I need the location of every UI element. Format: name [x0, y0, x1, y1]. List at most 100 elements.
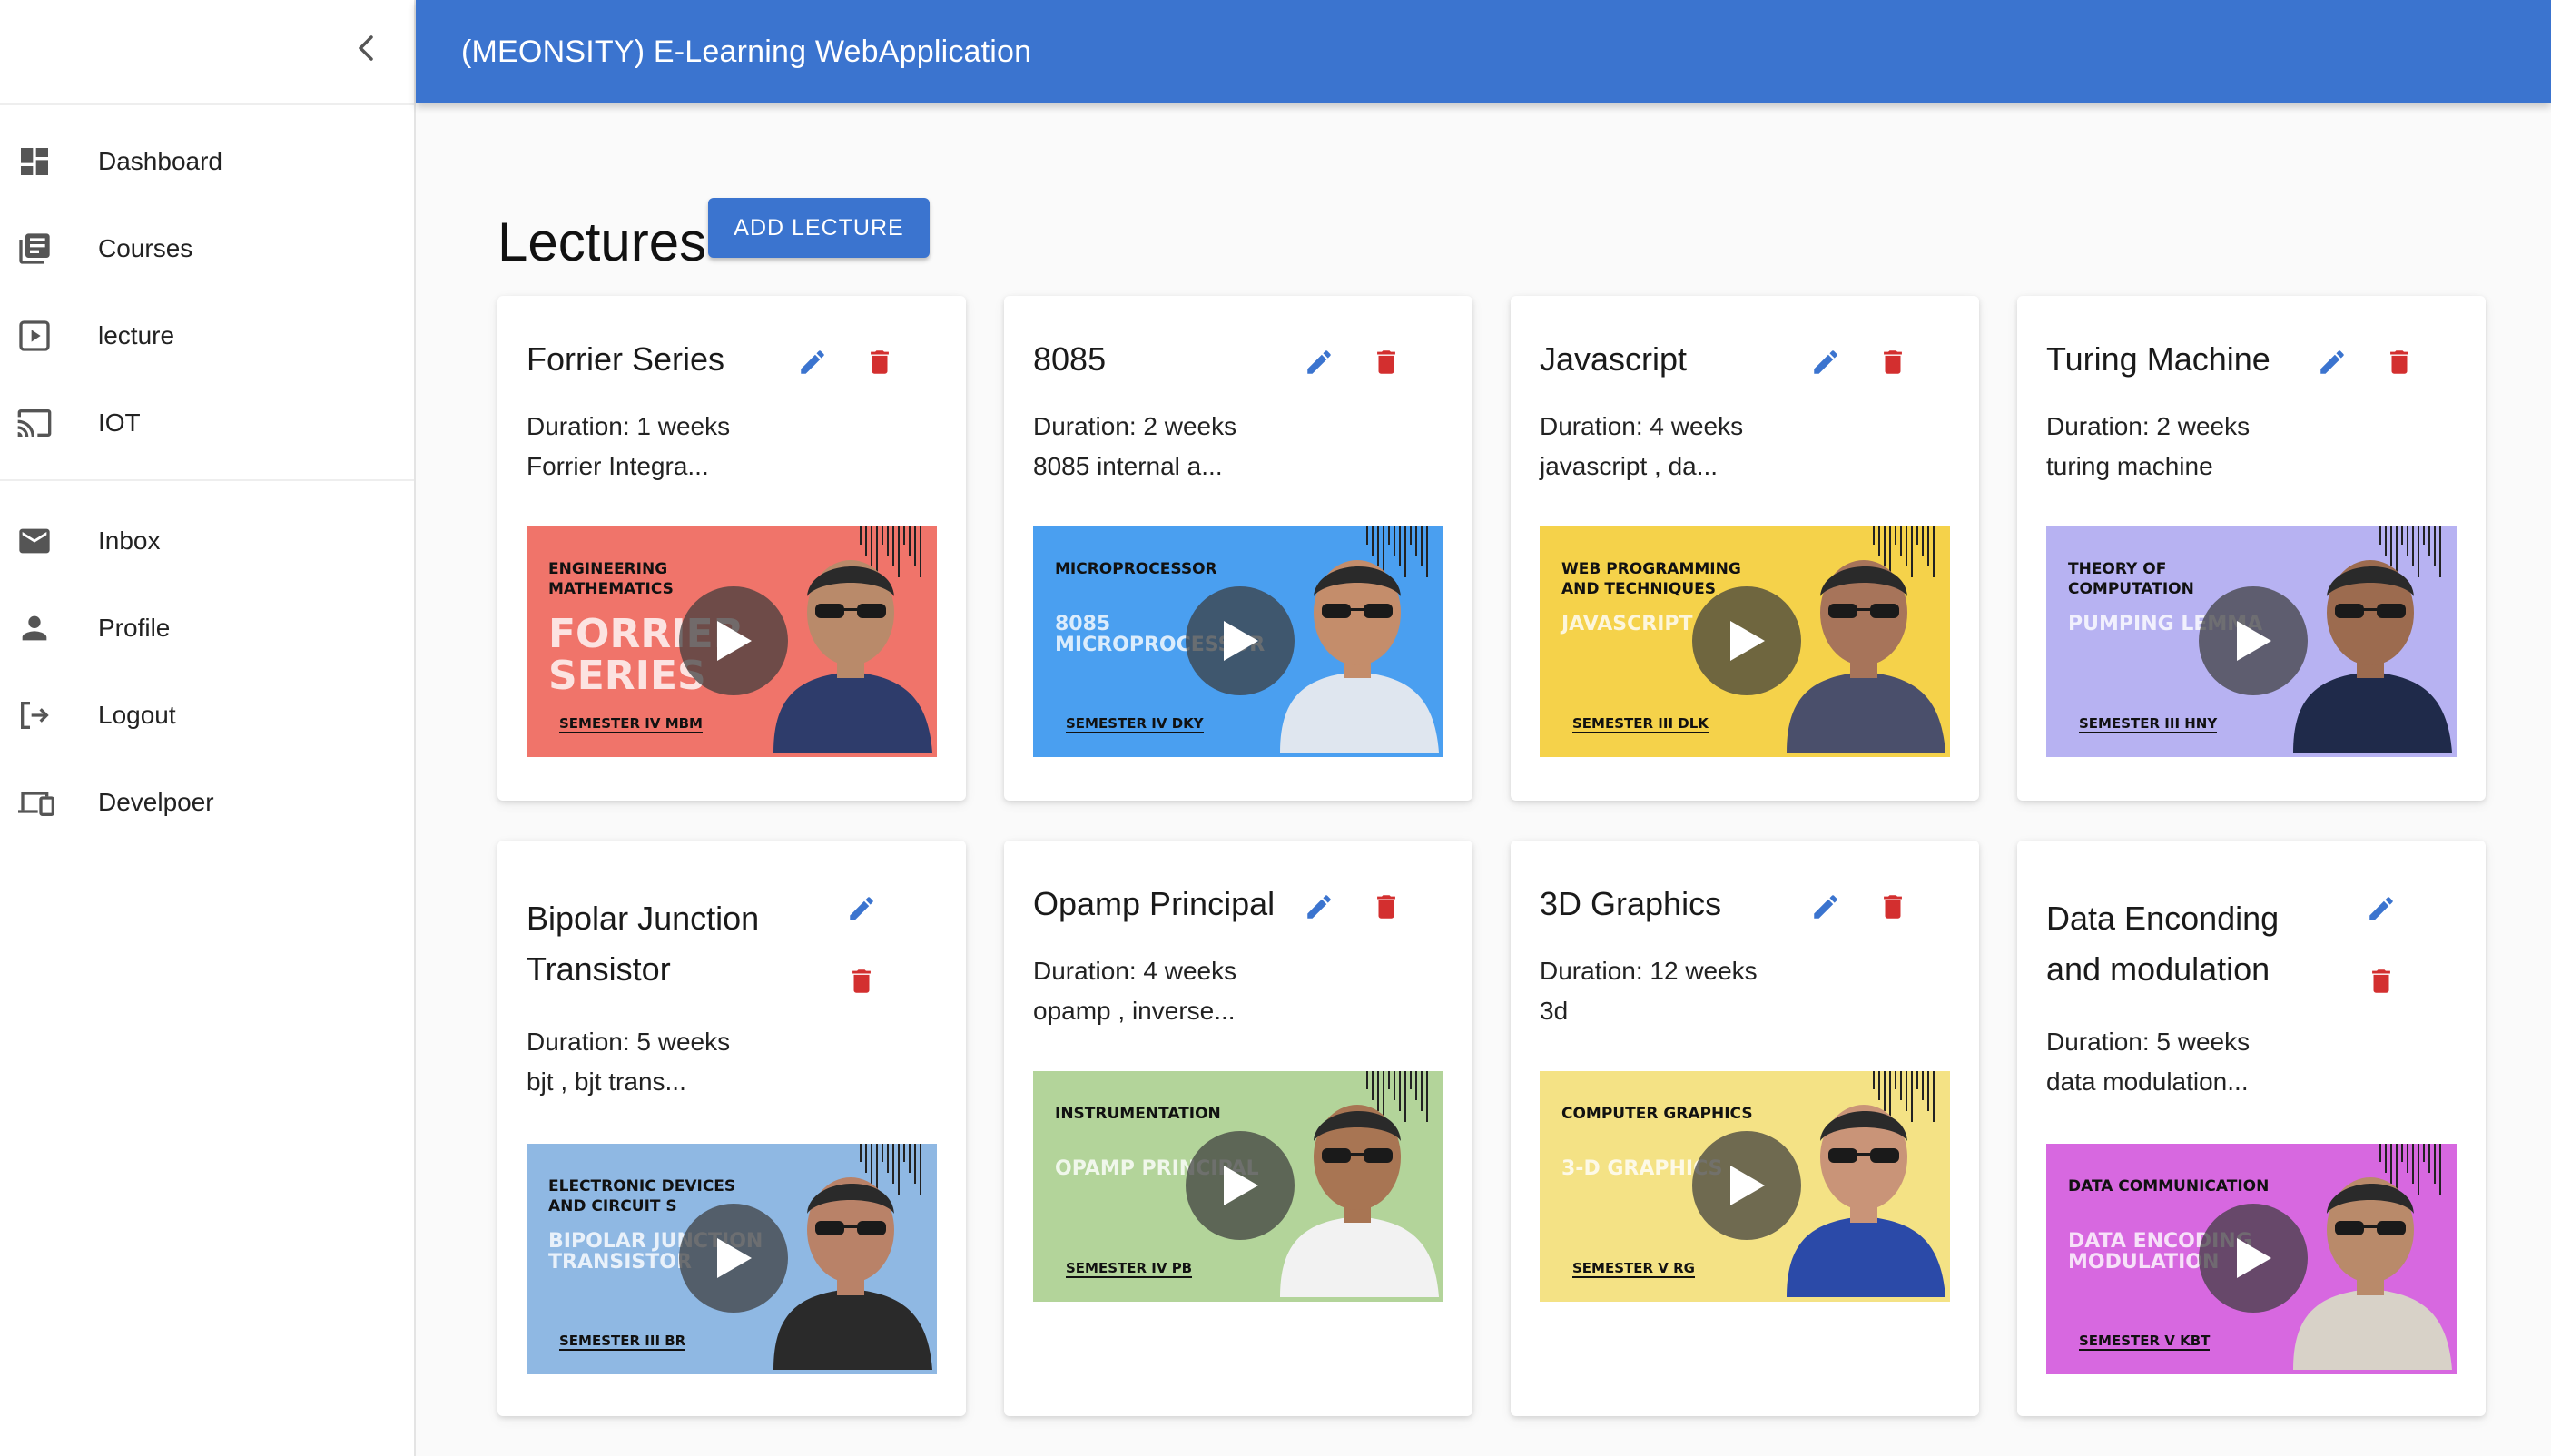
play-button[interactable] — [1186, 1131, 1295, 1240]
lecture-title: 3D Graphics — [1540, 885, 1722, 922]
delete-lecture-button[interactable] — [1364, 339, 1409, 385]
lecture-card: Opamp Principal Duration: 4 weeks opamp , … — [1004, 841, 1472, 1416]
play-icon — [717, 621, 752, 661]
lecture-video-thumbnail[interactable]: INSTRUMENTATION OPAMP PRINCIPAL SEMESTER I… — [1033, 1071, 1443, 1302]
thumbnail-semester: SEMESTER IV PB — [1066, 1260, 1193, 1278]
play-button[interactable] — [2199, 1204, 2308, 1313]
lecture-duration: Duration: 2 weeks — [2046, 412, 2251, 440]
lecture-description: opamp , inverse... — [1033, 997, 1236, 1025]
lecture-card: Forrier Series Duration: 1 weeks Forrier I… — [497, 296, 966, 801]
thumbnail-semester: SEMESTER III BR — [559, 1333, 686, 1351]
edit-lecture-button[interactable] — [2310, 339, 2355, 385]
nav-label: Courses — [98, 234, 193, 262]
primary-nav: Dashboard Courses lecture IOT — [0, 105, 414, 467]
library-books-icon — [0, 231, 98, 267]
delete-icon — [1377, 895, 1395, 919]
play-button[interactable] — [1692, 1131, 1801, 1240]
play-button[interactable] — [1186, 586, 1295, 695]
nav-item-iot[interactable]: IOT — [0, 379, 414, 467]
nav-label: Dashboard — [98, 147, 222, 175]
delete-lecture-button[interactable] — [2377, 339, 2422, 385]
lecture-video-thumbnail[interactable]: COMPUTER GRAPHICS 3-D GRAPHICS SEMESTER V … — [1540, 1071, 1950, 1302]
play-icon — [1730, 621, 1765, 661]
instructor-photo — [1778, 526, 1950, 757]
person-icon — [0, 610, 98, 646]
play-icon — [1224, 621, 1258, 661]
delete-lecture-button[interactable] — [2359, 959, 2404, 1004]
delete-icon — [2390, 350, 2408, 374]
edit-lecture-button[interactable] — [1803, 339, 1848, 385]
lecture-video-thumbnail[interactable]: DATA COMMUNICATION DATA ENCODING MODULATI… — [2046, 1144, 2457, 1374]
lecture-duration: Duration: 2 weeks — [1033, 412, 1237, 440]
collapse-sidebar-button[interactable] — [343, 25, 389, 71]
lecture-description: data modulation... — [2046, 1067, 2249, 1096]
cast-icon — [0, 405, 98, 441]
page-title: Lectures — [497, 212, 707, 272]
thumbnail-semester: SEMESTER IV DKY — [1066, 715, 1204, 733]
sidebar: Dashboard Courses lecture IOT Inbox Prof… — [0, 0, 416, 1456]
edit-lecture-button[interactable] — [1803, 884, 1848, 930]
edit-lecture-button[interactable] — [1296, 884, 1342, 930]
nav-item-logout[interactable]: Logout — [0, 672, 414, 759]
edit-lecture-button[interactable] — [1296, 339, 1342, 385]
nav-label: Logout — [98, 701, 176, 729]
thumbnail-subject: COMPUTER GRAPHICS — [1561, 1105, 1753, 1123]
nav-item-profile[interactable]: Profile — [0, 585, 414, 672]
edit-lecture-button[interactable] — [2359, 886, 2404, 931]
lecture-description: 3d — [1540, 997, 1569, 1025]
delete-lecture-button[interactable] — [1870, 339, 1916, 385]
app-title: (MEONSITY) E-Learning WebApplication — [461, 34, 1032, 69]
lecture-description: turing machine — [2046, 452, 2213, 480]
instructor-photo — [1271, 1071, 1443, 1302]
lecture-duration: Duration: 4 weeks — [1033, 957, 1237, 985]
lecture-video-thumbnail[interactable]: WEB PROGRAMMING AND TECHNIQUES JAVASCRIPT… — [1540, 526, 1950, 757]
lecture-video-thumbnail[interactable]: ELECTRONIC DEVICES AND CIRCUIT S BIPOLAR … — [527, 1144, 937, 1374]
lecture-card: Turing Machine Duration: 2 weeks turing ma… — [2017, 296, 2486, 801]
lecture-duration: Duration: 1 weeks — [527, 412, 731, 440]
delete-lecture-button[interactable] — [1364, 884, 1409, 930]
lecture-video-thumbnail[interactable]: THEORY OF COMPUTATION PUMPING LEMMA SEMEST… — [2046, 526, 2457, 757]
instructor-photo — [1271, 526, 1443, 757]
lecture-title: Data Enconding and modulation — [2046, 900, 2280, 988]
thumbnail-semester: SEMESTER III HNY — [2079, 715, 2218, 733]
lecture-duration: Duration: 5 weeks — [2046, 1028, 2251, 1056]
nav-item-lecture[interactable]: lecture — [0, 292, 414, 379]
play-icon — [1730, 1166, 1765, 1205]
delete-lecture-button[interactable] — [857, 339, 902, 385]
thumbnail-subject: INSTRUMENTATION — [1055, 1105, 1221, 1123]
play-button[interactable] — [2199, 586, 2308, 695]
edit-icon — [2369, 897, 2393, 920]
play-button[interactable] — [1692, 586, 1801, 695]
lecture-card: 3D Graphics Duration: 12 weeks 3d COMPUTER … — [1511, 841, 1979, 1416]
nav-label: Develpoer — [98, 788, 214, 816]
delete-icon — [2372, 969, 2390, 993]
lecture-video-thumbnail[interactable]: ENGINEERING MATHEMATICS FORRIER SERIES SEM… — [527, 526, 937, 757]
nav-item-courses[interactable]: Courses — [0, 205, 414, 292]
lecture-title: Opamp Principal — [1033, 885, 1276, 922]
lecture-description: bjt , bjt trans... — [527, 1067, 686, 1096]
edit-lecture-button[interactable] — [790, 339, 835, 385]
play-icon — [717, 1238, 752, 1278]
lecture-title: Bipolar Junction Transistor — [527, 900, 760, 988]
nav-item-developer[interactable]: Develpoer — [0, 759, 414, 846]
edit-icon — [801, 350, 824, 374]
play-button[interactable] — [679, 586, 788, 695]
delete-lecture-button[interactable] — [839, 959, 884, 1004]
logout-icon — [0, 697, 98, 733]
edit-icon — [850, 897, 873, 920]
lecture-card: Data Enconding and modulation Duration: 5… — [2017, 841, 2486, 1416]
delete-lecture-button[interactable] — [1870, 884, 1916, 930]
play-button[interactable] — [679, 1204, 788, 1313]
instructor-photo — [2284, 1144, 2457, 1374]
nav-label: IOT — [98, 408, 141, 437]
add-lecture-button[interactable]: ADD LECTURE — [708, 198, 930, 258]
nav-item-dashboard[interactable]: Dashboard — [0, 118, 414, 205]
nav-item-inbox[interactable]: Inbox — [0, 497, 414, 585]
instructor-photo — [764, 526, 937, 757]
lecture-card: Javascript Duration: 4 weeks javascript , … — [1511, 296, 1979, 801]
lecture-title: Javascript — [1540, 340, 1688, 378]
lecture-duration: Duration: 12 weeks — [1540, 957, 1758, 985]
lecture-video-thumbnail[interactable]: MICROPROCESSOR 8085 MICROPROCESSOR SEMESTE… — [1033, 526, 1443, 757]
instructor-photo — [1778, 1071, 1950, 1302]
edit-lecture-button[interactable] — [839, 886, 884, 931]
